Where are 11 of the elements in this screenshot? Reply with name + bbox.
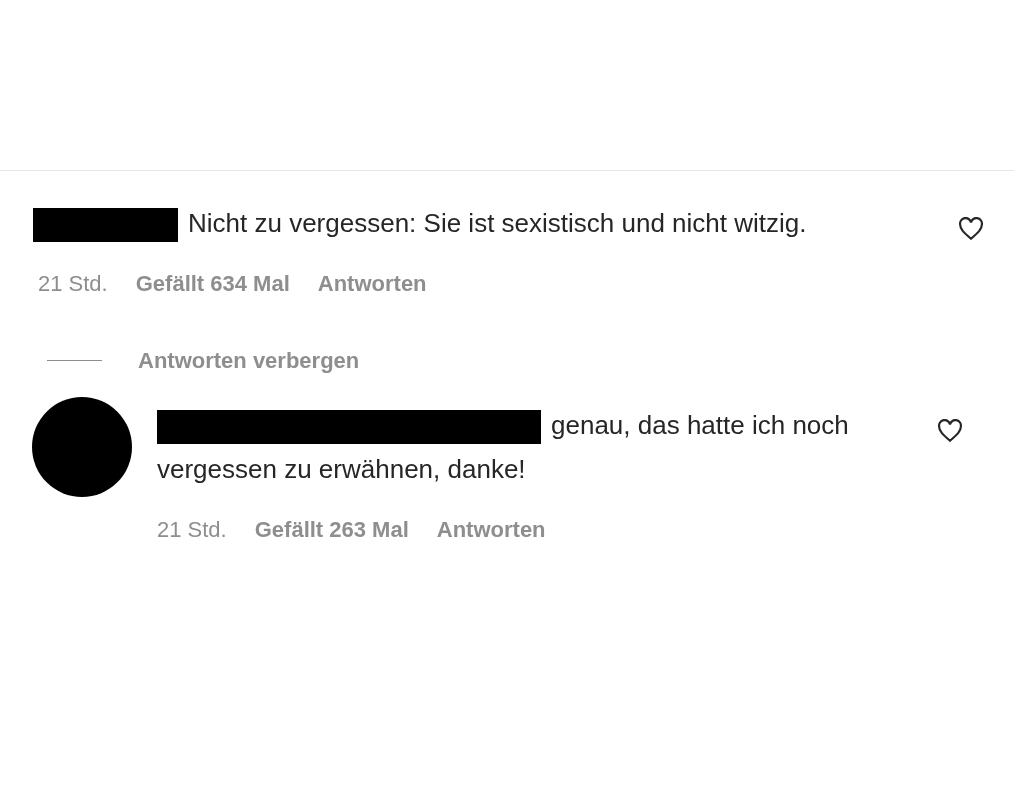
likes-count[interactable]: Gefällt 263 Mal [254,513,409,546]
hide-replies-link[interactable]: Antworten verbergen [138,344,360,377]
comment-time: 21 Std. [157,516,227,544]
reply-link[interactable]: Antworten [317,267,427,300]
comment-time: 21 Std. [38,270,108,298]
heart-icon[interactable] [958,217,984,241]
likes-count[interactable]: Gefällt 634 Mal [135,267,290,300]
heart-icon[interactable] [937,419,963,443]
reply-link[interactable]: Antworten [436,513,546,546]
comment-text: Nicht zu vergessen: Sie ist sexistisch und nicht witzig. [33,201,848,245]
comment-text: genau, das hatte ich noch vergessen zu erwähnen, danke! [157,409,850,486]
